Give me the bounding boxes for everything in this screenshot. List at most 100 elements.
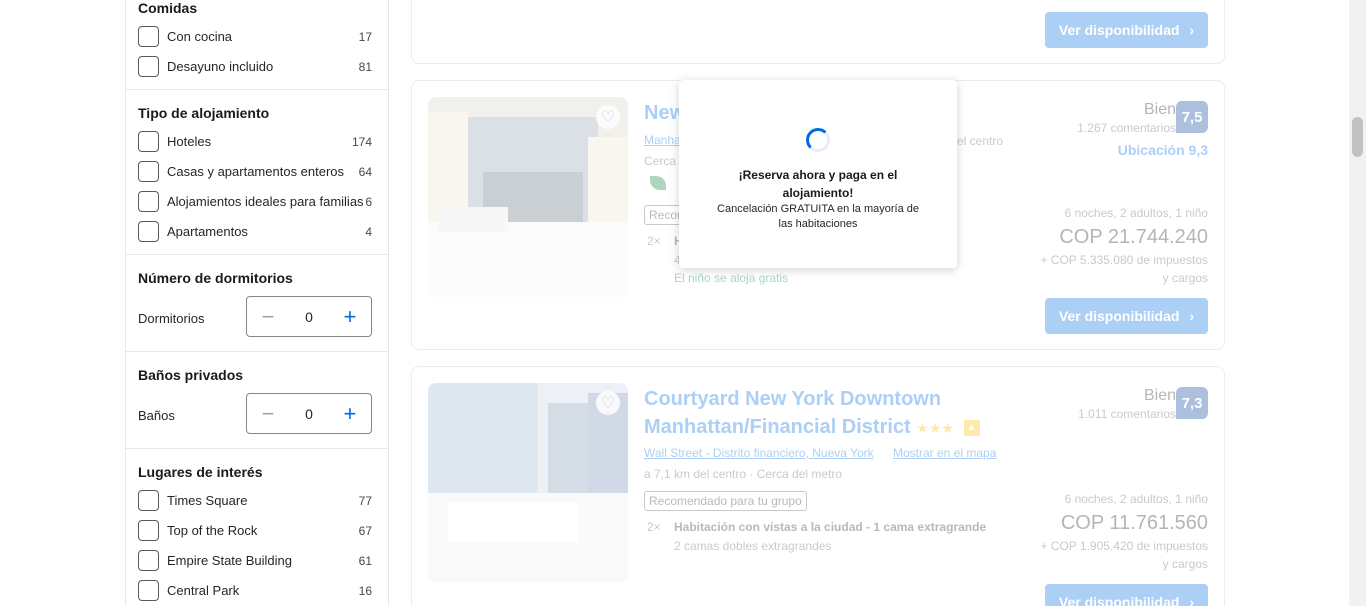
checkbox[interactable] xyxy=(138,549,159,571)
review-score: 7,3 xyxy=(1176,387,1208,419)
child-free-note: El niño se aloja gratis xyxy=(674,271,789,285)
hotel-room-image xyxy=(428,97,628,297)
taxes-info: + COP 1.905.420 de impuestos y cargos xyxy=(1040,539,1208,571)
checkbox[interactable] xyxy=(138,519,159,541)
checkbox[interactable] xyxy=(138,220,159,242)
button-label: Ver disponibilidad xyxy=(1058,594,1180,606)
filter-option-count: 16 xyxy=(358,584,372,598)
checkbox[interactable] xyxy=(138,190,159,212)
checkbox[interactable] xyxy=(138,489,159,511)
leaf-icon xyxy=(650,176,666,190)
checkbox[interactable] xyxy=(138,25,159,47)
filter-option-count: 17 xyxy=(358,30,372,44)
room-quantity: 2× xyxy=(647,234,661,248)
taxes-info: + COP 5.335.080 de impuestos y cargos xyxy=(1040,253,1208,285)
button-label: Ver disponibilidad xyxy=(1058,308,1180,324)
chevron-right-icon: › xyxy=(1189,308,1195,324)
property-location-link[interactable]: Wall Street - Distrito financiero, Nueva… xyxy=(644,446,874,460)
scrollbar-thumb[interactable] xyxy=(1352,117,1363,157)
checkbox[interactable] xyxy=(138,160,159,182)
stepper-label: Baños xyxy=(138,408,175,423)
heart-icon[interactable]: ♡ xyxy=(596,105,620,129)
filter-section-banos: Baños privados Baños − 0 + xyxy=(126,352,388,449)
popup-subtitle: Cancelación GRATUITA en la mayoría de la… xyxy=(717,203,919,230)
filter-option[interactable]: Alojamientos ideales para familias 6 xyxy=(138,190,372,212)
recommended-tag: Recomendado para tu grupo xyxy=(644,491,807,511)
section-title: Lugares de interés xyxy=(138,464,263,480)
loading-popup: ¡Reserva ahora y paga en el alojamiento!… xyxy=(679,80,957,268)
show-on-map-link[interactable]: Mostrar en el mapa xyxy=(893,446,996,460)
filter-option[interactable]: Top of the Rock 67 xyxy=(138,519,372,541)
increment-button[interactable]: + xyxy=(339,402,361,425)
filter-option[interactable]: Hoteles 174 xyxy=(138,130,372,152)
hotel-room-image xyxy=(428,383,628,583)
review-count: 1.267 comentarios xyxy=(1077,121,1176,135)
filters-sidebar: Comidas Con cocina 17 Desayuno incluido … xyxy=(125,0,389,606)
property-card: Ver disponibilidad › xyxy=(411,0,1225,64)
property-card: ♡ Courtyard New York Downtown Manhattan/… xyxy=(411,366,1225,606)
see-availability-button[interactable]: Ver disponibilidad › xyxy=(1045,12,1208,48)
decrement-button[interactable]: − xyxy=(257,402,279,425)
filter-option-count: 64 xyxy=(358,165,372,179)
increment-button[interactable]: + xyxy=(339,305,361,328)
filter-section-comidas: Comidas Con cocina 17 Desayuno incluido … xyxy=(126,0,388,90)
filter-option-count: 61 xyxy=(358,554,372,568)
filter-option[interactable]: Central Park 16 xyxy=(138,579,372,601)
filter-option-count: 67 xyxy=(358,524,372,538)
see-availability-button[interactable]: Ver disponibilidad › xyxy=(1045,584,1208,606)
filter-option-count: 4 xyxy=(365,225,372,239)
location-score: Ubicación 9,3 xyxy=(1117,142,1208,158)
page-scrollbar[interactable] xyxy=(1349,0,1366,606)
property-photo[interactable]: ♡ xyxy=(428,383,628,583)
filter-option-label: Times Square xyxy=(167,492,248,508)
filter-option-label: Central Park xyxy=(167,582,240,598)
room-sub: 2 camas dobles extragrandes xyxy=(674,539,832,553)
filter-option-count: 174 xyxy=(351,135,372,149)
stepper-label: Dormitorios xyxy=(138,311,205,326)
room-name: Habitación con vistas a la ciudad - 1 ca… xyxy=(674,520,987,534)
section-title: Comidas xyxy=(138,0,198,16)
filter-option-label: Casas y apartamentos enteros xyxy=(167,163,345,179)
filter-section-dormitorios: Número de dormitorios Dormitorios − 0 + xyxy=(126,255,388,352)
filter-option[interactable]: Empire State Building 61 xyxy=(138,549,372,571)
filter-option-label: Apartamentos xyxy=(167,223,248,239)
property-photo[interactable]: ♡ xyxy=(428,97,628,297)
property-name[interactable]: Courtyard New York Downtown Manhattan/Fi… xyxy=(644,385,980,442)
checkbox[interactable] xyxy=(138,55,159,77)
filter-section-lugares: Lugares de interés Times Square 77 Top o… xyxy=(126,449,388,606)
filter-option[interactable]: Casas y apartamentos enteros 64 xyxy=(138,160,372,182)
chevron-right-icon: › xyxy=(1189,594,1195,606)
filter-option[interactable]: Con cocina 17 xyxy=(138,25,372,47)
review-count: 1.011 comentarios xyxy=(1078,407,1176,421)
loading-spinner-icon xyxy=(806,128,830,152)
section-title: Número de dormitorios xyxy=(138,270,293,286)
see-availability-button[interactable]: Ver disponibilidad › xyxy=(1045,298,1208,334)
filter-option[interactable]: Apartamentos 4 xyxy=(138,220,372,242)
review-score: 7,5 xyxy=(1176,101,1208,133)
filter-option[interactable]: Desayuno incluido 81 xyxy=(138,55,372,77)
property-name-line: Courtyard New York Downtown xyxy=(644,388,942,410)
filter-option[interactable]: Times Square 77 xyxy=(138,489,372,511)
star-rating-icon: ★★★ xyxy=(916,420,954,436)
filter-option-count: 6 xyxy=(365,195,372,209)
rating-word: Bien xyxy=(1143,387,1176,404)
filter-option-label: Alojamientos ideales para familias xyxy=(167,193,364,209)
stepper-value: 0 xyxy=(305,308,313,325)
price: COP 11.761.560 xyxy=(1060,512,1208,534)
checkbox[interactable] xyxy=(138,579,159,601)
rating-word: Bien xyxy=(1143,101,1176,118)
price: COP 21.744.240 xyxy=(1059,226,1208,248)
heart-icon[interactable]: ♡ xyxy=(596,391,620,415)
section-title: Baños privados xyxy=(138,367,244,383)
stay-details: 6 noches, 2 adultos, 1 niño xyxy=(1064,206,1208,220)
thumbs-up-icon: ▲ xyxy=(963,419,980,436)
stay-details: 6 noches, 2 adultos, 1 niño xyxy=(1064,492,1208,506)
filter-option-count: 81 xyxy=(358,60,372,74)
decrement-button[interactable]: − xyxy=(257,305,279,328)
bedrooms-stepper: − 0 + xyxy=(246,296,372,337)
checkbox[interactable] xyxy=(138,130,159,152)
property-name-line: Manhattan/Financial District xyxy=(644,416,911,438)
property-location-link[interactable]: Manha xyxy=(644,133,681,147)
location-tail: el centro xyxy=(957,134,1004,148)
section-title: Tipo de alojamiento xyxy=(138,105,270,121)
